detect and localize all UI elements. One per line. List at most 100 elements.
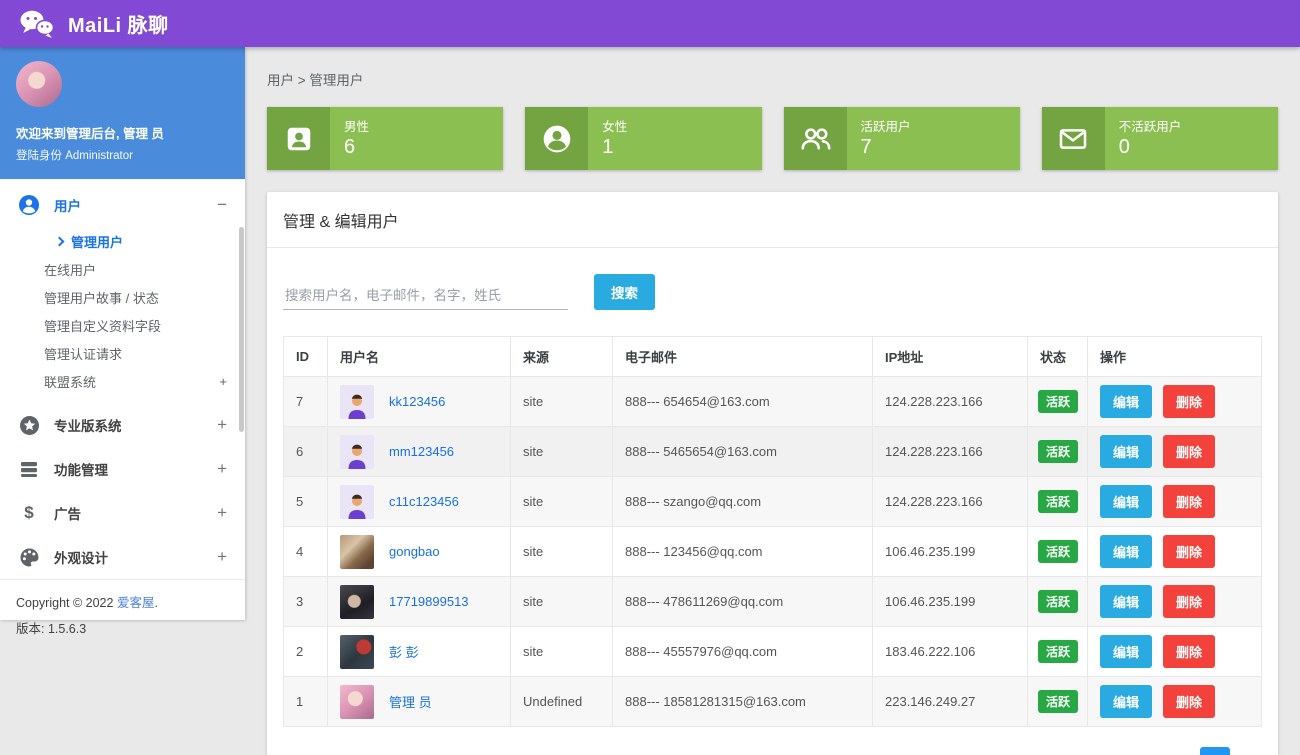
edit-button[interactable]: 编辑 bbox=[1100, 635, 1152, 668]
col-header-email: 电子邮件 bbox=[613, 337, 873, 377]
sidebar-item-features[interactable]: 功能管理 + bbox=[0, 447, 245, 491]
sidebar-item-pro-system[interactable]: 专业版系统 + bbox=[0, 403, 245, 447]
cell-actions: 编辑 删除 bbox=[1088, 377, 1262, 427]
stat-label: 女性 bbox=[602, 116, 747, 135]
login-role-text: 登陆身份 Administrator bbox=[16, 147, 229, 163]
search-button[interactable]: 搜索 bbox=[594, 274, 655, 310]
cell-id: 5 bbox=[284, 477, 328, 527]
sidebar-item-affiliate-system[interactable]: 联盟系统 + bbox=[0, 367, 245, 395]
cell-status: 活跃 bbox=[1028, 527, 1088, 577]
app-header: MaiLi 脉聊 bbox=[0, 0, 1300, 47]
stat-label: 男性 bbox=[344, 116, 489, 135]
delete-button[interactable]: 删除 bbox=[1163, 385, 1215, 418]
cell-actions: 编辑 删除 bbox=[1088, 527, 1262, 577]
sidebar-item-ads[interactable]: $ 广告 + bbox=[0, 491, 245, 535]
collapse-icon[interactable]: − bbox=[217, 195, 227, 215]
panel-title: 管理 & 编辑用户 bbox=[267, 192, 1278, 248]
delete-button[interactable]: 删除 bbox=[1163, 485, 1215, 518]
stat-card-inactive-users[interactable]: 不活跃用户 0 bbox=[1042, 107, 1278, 170]
status-badge: 活跃 bbox=[1038, 690, 1078, 713]
username-link[interactable]: 管理 员 bbox=[389, 692, 432, 711]
search-input[interactable] bbox=[283, 282, 568, 310]
username-link[interactable]: c11c123456 bbox=[389, 494, 459, 509]
sidebar-item-users[interactable]: 用户 − bbox=[0, 183, 245, 227]
delete-button[interactable]: 删除 bbox=[1163, 685, 1215, 718]
cell-id: 6 bbox=[284, 427, 328, 477]
cell-ip: 106.46.235.199 bbox=[873, 527, 1028, 577]
profile-card: 欢迎来到管理后台, 管理 员 登陆身份 Administrator bbox=[0, 47, 245, 179]
col-header-username: 用户名 bbox=[328, 337, 511, 377]
status-badge: 活跃 bbox=[1038, 390, 1078, 413]
edit-button[interactable]: 编辑 bbox=[1100, 385, 1152, 418]
submenu-label: 管理认证请求 bbox=[44, 344, 122, 363]
sidebar-item-appearance[interactable]: 外观设计 + bbox=[0, 535, 245, 579]
sidebar-item-label: 专业版系统 bbox=[54, 415, 122, 435]
palette-icon bbox=[18, 546, 40, 568]
page-1-button[interactable]: 1 bbox=[1200, 747, 1230, 755]
users-submenu: 管理用户 在线用户 管理用户故事 / 状态 管理自定义资料字段 管理认证请求 联… bbox=[0, 227, 245, 403]
table-row: 6 mm123456 site 888--- 5465654@163.com 1… bbox=[284, 427, 1262, 477]
cell-source: site bbox=[511, 627, 613, 677]
vendor-link[interactable]: 爱客屋 bbox=[117, 596, 155, 610]
sidebar-item-stories-status[interactable]: 管理用户故事 / 状态 bbox=[0, 283, 245, 311]
edit-button[interactable]: 编辑 bbox=[1100, 685, 1152, 718]
delete-button[interactable]: 删除 bbox=[1163, 435, 1215, 468]
sidebar-item-manage-users[interactable]: 管理用户 bbox=[0, 227, 245, 255]
cell-username: mm123456 bbox=[328, 427, 511, 477]
profile-avatar bbox=[16, 61, 62, 107]
cell-status: 活跃 bbox=[1028, 427, 1088, 477]
user-avatar bbox=[340, 585, 374, 619]
status-badge: 活跃 bbox=[1038, 640, 1078, 663]
copyright-suffix: . bbox=[154, 596, 157, 610]
cell-id: 4 bbox=[284, 527, 328, 577]
edit-button[interactable]: 编辑 bbox=[1100, 435, 1152, 468]
expand-icon[interactable]: + bbox=[217, 415, 227, 435]
table-footer: 显示 1 共1 1 bbox=[267, 727, 1278, 755]
users-table-wrap: ID 用户名 来源 电子邮件 IP地址 状态 操作 7 bbox=[267, 328, 1278, 727]
sidebar-item-custom-fields[interactable]: 管理自定义资料字段 bbox=[0, 311, 245, 339]
sidebar-item-verification-requests[interactable]: 管理认证请求 bbox=[0, 339, 245, 367]
breadcrumb: 用户 > 管理用户 bbox=[267, 69, 1278, 89]
copyright-text: Copyright © 2022 bbox=[16, 596, 117, 610]
expand-icon[interactable]: + bbox=[217, 459, 227, 479]
user-avatar bbox=[340, 635, 374, 669]
delete-button[interactable]: 删除 bbox=[1163, 535, 1215, 568]
delete-button[interactable]: 删除 bbox=[1163, 585, 1215, 618]
cell-actions: 编辑 删除 bbox=[1088, 477, 1262, 527]
cell-actions: 编辑 删除 bbox=[1088, 577, 1262, 627]
edit-button[interactable]: 编辑 bbox=[1100, 585, 1152, 618]
cell-username: 17719899513 bbox=[328, 577, 511, 627]
sidebar-item-label: 用户 bbox=[54, 195, 81, 215]
stat-card-active-users[interactable]: 活跃用户 7 bbox=[784, 107, 1020, 170]
status-badge: 活跃 bbox=[1038, 590, 1078, 613]
cell-ip: 124.228.223.166 bbox=[873, 377, 1028, 427]
search-row: 搜索 bbox=[267, 248, 1278, 328]
stat-card-female[interactable]: 女性 1 bbox=[525, 107, 761, 170]
sidebar-item-label: 外观设计 bbox=[54, 547, 108, 567]
stat-card-male[interactable]: 男性 6 bbox=[267, 107, 503, 170]
edit-button[interactable]: 编辑 bbox=[1100, 535, 1152, 568]
table-row: 1 管理 员 Undefined 888--- 18581281315@163.… bbox=[284, 677, 1262, 727]
cell-ip: 106.46.235.199 bbox=[873, 577, 1028, 627]
col-header-status: 状态 bbox=[1028, 337, 1088, 377]
status-badge: 活跃 bbox=[1038, 440, 1078, 463]
users-table: ID 用户名 来源 电子邮件 IP地址 状态 操作 7 bbox=[283, 336, 1262, 727]
col-header-actions: 操作 bbox=[1088, 337, 1262, 377]
edit-button[interactable]: 编辑 bbox=[1100, 485, 1152, 518]
stat-value: 1 bbox=[602, 135, 747, 160]
username-link[interactable]: gongbao bbox=[389, 544, 440, 559]
user-icon bbox=[18, 194, 40, 216]
username-link[interactable]: 彭 彭 bbox=[389, 642, 419, 661]
delete-button[interactable]: 删除 bbox=[1163, 635, 1215, 668]
sidebar-item-online-users[interactable]: 在线用户 bbox=[0, 255, 245, 283]
username-link[interactable]: mm123456 bbox=[389, 444, 454, 459]
stat-value: 6 bbox=[344, 135, 489, 160]
expand-icon[interactable]: + bbox=[217, 547, 227, 567]
username-link[interactable]: kk123456 bbox=[389, 394, 445, 409]
username-link[interactable]: 17719899513 bbox=[389, 594, 469, 609]
cell-status: 活跃 bbox=[1028, 677, 1088, 727]
cell-source: Undefined bbox=[511, 677, 613, 727]
features-icon bbox=[18, 458, 40, 480]
sidebar-scrollbar[interactable] bbox=[239, 227, 244, 432]
expand-icon[interactable]: + bbox=[217, 503, 227, 523]
